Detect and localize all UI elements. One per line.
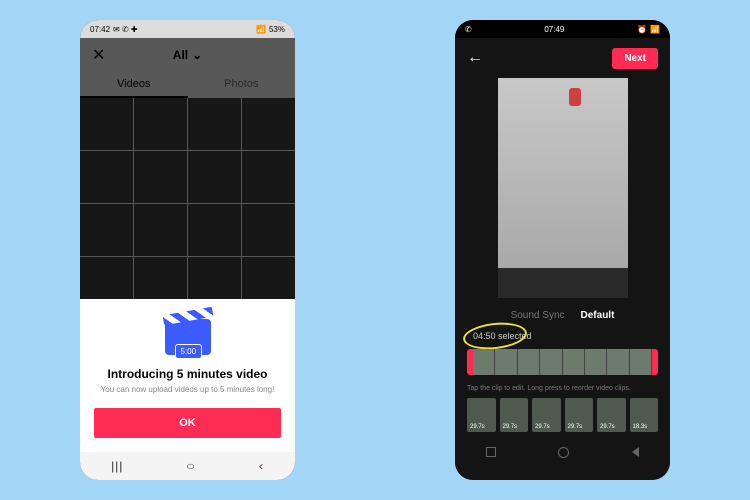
- editor-top-bar: ← Next: [455, 38, 670, 78]
- alarm-icon: ⏰: [637, 25, 647, 34]
- clip-thumb[interactable]: 29.7s: [500, 398, 529, 432]
- signal-icon: 📶: [650, 25, 660, 34]
- nav-recent-icon[interactable]: [486, 447, 496, 457]
- preview-handlebar: [498, 268, 628, 298]
- sheet-subtitle: You can now upload videos up to 5 minute…: [101, 385, 275, 394]
- clip-duration: 18.3s: [633, 424, 648, 430]
- system-nav: [455, 440, 670, 464]
- clip-thumbnails: 29.7s 29.7s 29.7s 29.7s 29.7s 18.3s: [467, 398, 658, 432]
- back-arrow-icon[interactable]: ←: [467, 49, 483, 67]
- editor-content: ← Next Sound Sync Default 04:50 selected…: [455, 38, 670, 480]
- clip-duration: 29.7s: [503, 424, 518, 430]
- system-nav: ||| ○ ‹: [80, 452, 295, 480]
- selected-duration: 04:50 selected: [467, 329, 538, 343]
- clip-thumb[interactable]: 29.7s: [532, 398, 561, 432]
- annotation-circle: [462, 320, 528, 353]
- clip-thumb[interactable]: 18.3s: [630, 398, 659, 432]
- intro-sheet: 5:00 Introducing 5 minutes video You can…: [80, 299, 295, 452]
- nav-back-icon[interactable]: ‹: [258, 459, 263, 473]
- gallery-content: ✕ All ⌄ Videos Photos 5:00 Introducing 5…: [80, 38, 295, 480]
- nav-home-icon[interactable]: [558, 447, 569, 458]
- video-preview[interactable]: [498, 78, 628, 298]
- status-signal: 📶: [256, 25, 266, 34]
- clip-duration: 29.7s: [600, 424, 615, 430]
- duration-badge: 5:00: [175, 344, 203, 359]
- sheet-title: Introducing 5 minutes video: [107, 367, 267, 381]
- status-bar: ✆ 07:49 ⏰📶: [455, 20, 670, 38]
- preview-cyclist: [569, 88, 581, 106]
- nav-back-icon[interactable]: [632, 447, 639, 457]
- clip-duration: 29.7s: [470, 424, 485, 430]
- status-battery: 53%: [269, 25, 285, 34]
- mode-sound-sync[interactable]: Sound Sync: [511, 310, 565, 321]
- ok-button[interactable]: OK: [94, 408, 281, 438]
- clip-thumb[interactable]: 29.7s: [565, 398, 594, 432]
- status-bar: 07:42 ✉ ✆ ✚ 📶 53%: [80, 20, 295, 38]
- clip-duration: 29.7s: [535, 424, 550, 430]
- preview-road: [498, 78, 628, 298]
- status-time: 07:42: [90, 25, 110, 34]
- clip-duration: 29.7s: [568, 424, 583, 430]
- nav-home-icon[interactable]: ○: [185, 459, 194, 473]
- editor-hint: Tap the clip to edit. Long press to reor…: [467, 385, 658, 392]
- clapperboard-icon: 5:00: [165, 319, 211, 355]
- clip-thumb[interactable]: 29.7s: [467, 398, 496, 432]
- clip-thumb[interactable]: 29.7s: [597, 398, 626, 432]
- status-time: 07:49: [544, 25, 564, 34]
- phone-editor: ✆ 07:49 ⏰📶 ← Next Sound Sync Default 04:…: [455, 20, 670, 480]
- trim-timeline[interactable]: [467, 349, 658, 375]
- mode-default[interactable]: Default: [581, 310, 615, 321]
- whatsapp-icon: ✆: [465, 25, 472, 34]
- nav-recent-icon[interactable]: |||: [111, 459, 123, 473]
- phone-gallery: 07:42 ✉ ✆ ✚ 📶 53% ✕ All ⌄ Videos Photos: [80, 20, 295, 480]
- next-button[interactable]: Next: [612, 48, 658, 69]
- status-icons: ✉ ✆ ✚: [113, 25, 138, 34]
- mode-selector: Sound Sync Default: [455, 310, 670, 321]
